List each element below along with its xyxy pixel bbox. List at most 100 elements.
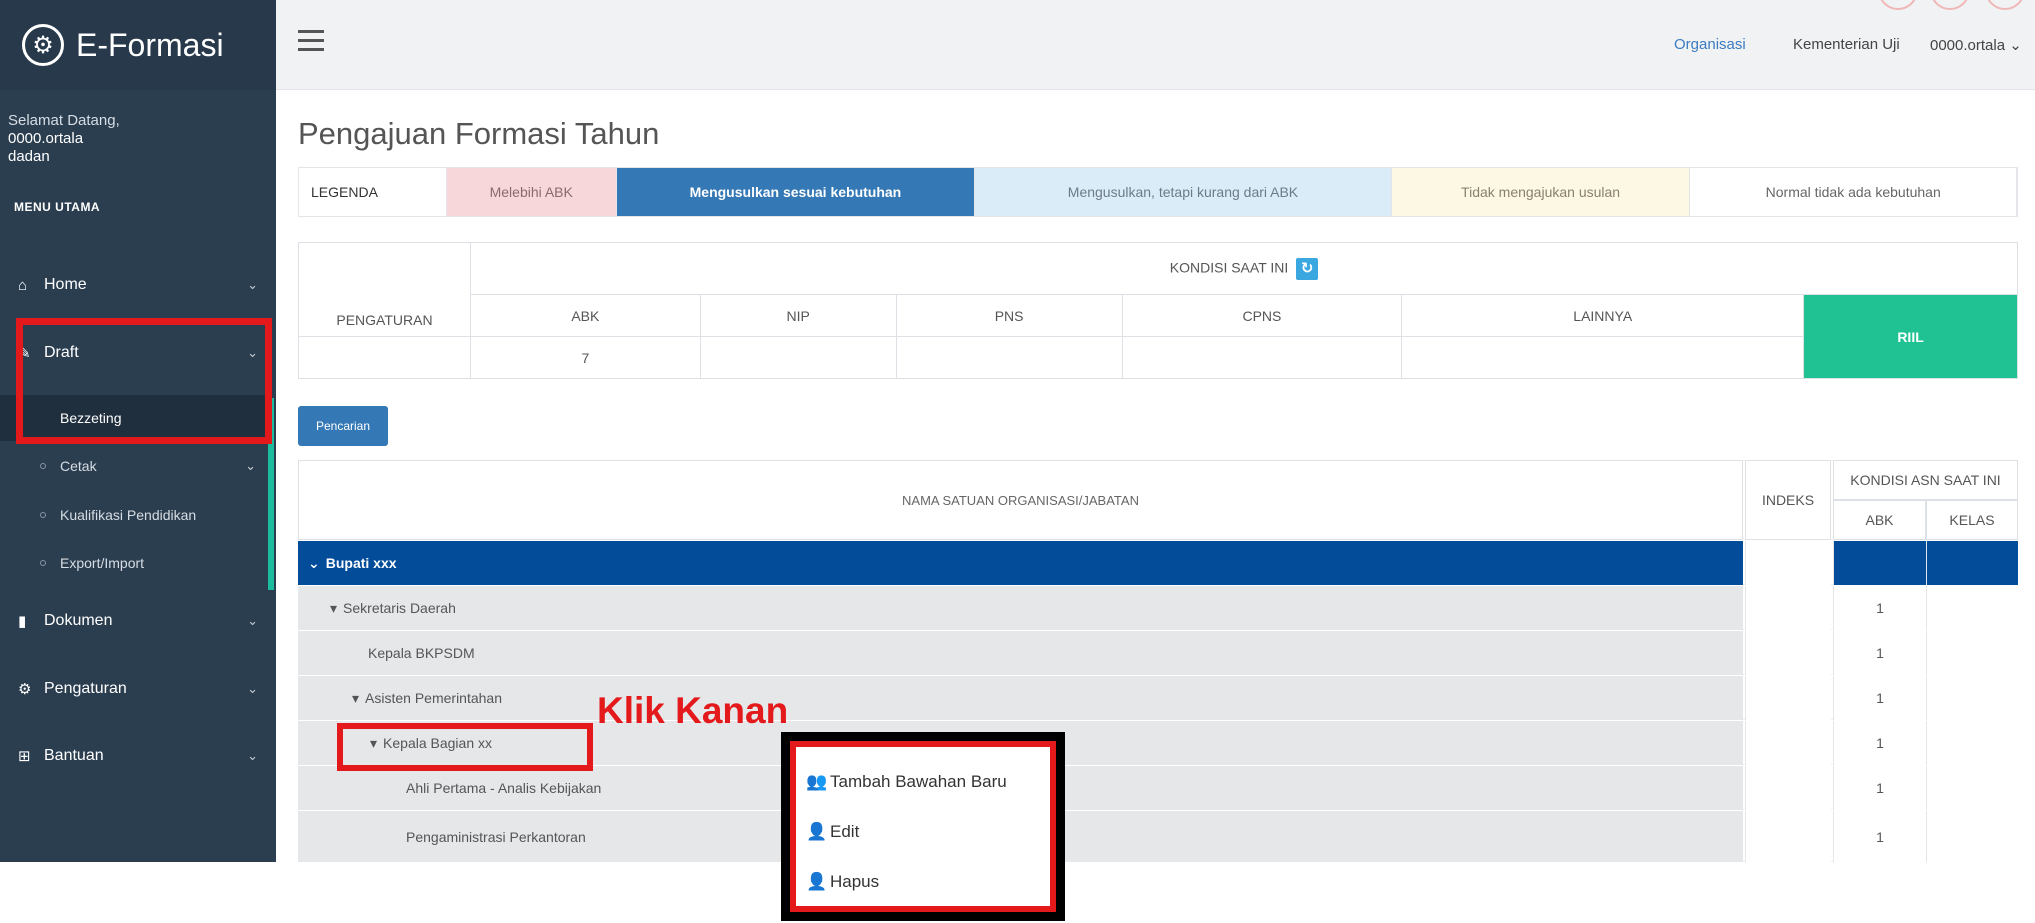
row-kelas (1926, 631, 2018, 675)
brand[interactable]: ⚙ E-Formasi (0, 0, 276, 90)
row-abk: 1 (1833, 721, 1926, 765)
table-row[interactable]: ▾ Sekretaris Daerah 1 (298, 586, 2018, 630)
bullet-icon (40, 512, 46, 518)
menu-heading: MENU UTAMA (14, 200, 101, 214)
draft-highlight-box (16, 318, 272, 444)
sidebar-item-label: Bantuan (44, 747, 104, 764)
gears-icon: ⚙ (18, 681, 32, 698)
sidebar-item-label: Home (44, 276, 87, 293)
caret-down-icon: ▾ (352, 689, 360, 706)
welcome-line: Selamat Datang, (8, 112, 120, 129)
row-abk: 1 (1833, 631, 1926, 675)
row-name: Sekretaris Daerah (343, 600, 456, 616)
context-menu-tambah-bawahan[interactable]: 👥 Tambah Bawahan Baru (796, 757, 1050, 807)
user-edit-icon: 👤 (806, 822, 828, 841)
chevron-down-icon: ⌄ (245, 458, 256, 473)
legend-normal: Normal tidak ada kebutuhan (1690, 168, 2017, 216)
page-title: Pengajuan Formasi Tahun (298, 116, 660, 151)
context-menu-label: Hapus (830, 872, 880, 891)
row-name-cell[interactable]: Kepala BKPSDM (298, 631, 1743, 675)
welcome-name: dadan (8, 148, 50, 165)
row-name-cell[interactable]: ▾ Asisten Pemerintahan (298, 676, 1743, 720)
sidebar-item-label: Dokumen (44, 612, 113, 629)
kondisi-table: PENGATURAN KONDISI SAAT INI ↻ ABK NIP PN… (298, 242, 2019, 379)
row-name: Kepala BKPSDM (368, 645, 475, 661)
row-kelas (1926, 721, 2018, 765)
kondisi-col-cpns: CPNS (1121, 294, 1403, 337)
context-menu-edit[interactable]: 👤 Edit (796, 807, 1050, 857)
legend-sesuai: Mengusulkan sesuai kebutuhan (616, 168, 976, 216)
legend-melebihi: Melebihi ABK (446, 168, 617, 216)
caret-down-icon: ▾ (330, 599, 338, 616)
gear-icon: ⚙ (22, 24, 64, 66)
kondisi-cell (1121, 336, 1403, 379)
home-icon: ⌂ (18, 276, 28, 294)
kondisi-cell (895, 336, 1123, 379)
table-row[interactable]: Pengaministrasi Perkantoran 1 (298, 811, 2018, 862)
asn-column-header: KONDISI ASN SAAT INI (1833, 460, 2018, 500)
kondisi-col-pns: PNS (895, 294, 1123, 337)
sidebar-item-pengaturan[interactable]: ⚙ Pengaturan ⌄ (0, 658, 276, 720)
row-name: Pengaministrasi Perkantoran (406, 828, 586, 845)
row-abk: 1 (1833, 811, 1926, 862)
kondisi-col-nip: NIP (699, 294, 897, 337)
sidebar-subitem-label: Kualifikasi Pendidikan (60, 507, 197, 523)
org-column-header: NAMA SATUAN ORGANISASI/JABATAN (298, 460, 1743, 540)
kondisi-title-cell: KONDISI SAAT INI ↻ (469, 242, 2019, 295)
row-abk: 1 (1833, 676, 1926, 720)
topbar: Organisasi Kementerian Uji 0000.ortala ⌄ (276, 0, 2035, 90)
row-indeks (1745, 631, 1831, 675)
legend-tidak: Tidak mengajukan usulan (1391, 168, 1691, 216)
row-name-cell[interactable]: ▾ Sekretaris Daerah (298, 586, 1743, 630)
row-name: Bupati xxx (325, 555, 397, 571)
row-indeks (1745, 586, 1831, 630)
kondisi-title: KONDISI SAAT INI (1169, 259, 1289, 276)
chevron-down-icon: ⌄ (2009, 37, 2022, 54)
row-abk (1833, 541, 1926, 585)
table-row[interactable]: Ahli Pertama - Analis Kebijakan 1 (298, 766, 2018, 810)
row-kelas (1926, 766, 2018, 810)
search-button[interactable]: Pencarian (298, 406, 388, 446)
chevron-down-icon: ⌄ (247, 748, 258, 763)
sidebar-subitem-kualifikasi[interactable]: Kualifikasi Pendidikan (0, 492, 268, 538)
topbar-kementerian[interactable]: Kementerian Uji (1793, 36, 1900, 53)
sidebar-subitem-cetak[interactable]: Cetak ⌄ (0, 443, 268, 489)
table-row[interactable]: ▾ Asisten Pemerintahan 1 (298, 676, 2018, 720)
context-menu-label: Tambah Bawahan Baru (830, 772, 1007, 791)
kondisi-col-lainnya: LAINNYA (1401, 294, 1805, 337)
users-icon: 👥 (806, 772, 828, 791)
table-row[interactable]: Kepala BKPSDM 1 (298, 631, 2018, 675)
welcome-text: Selamat Datang, 0000.ortala dadan (0, 90, 276, 166)
row-abk: 1 (1833, 586, 1926, 630)
kepala-bagian-highlight-box (337, 723, 593, 771)
row-indeks (1745, 811, 1831, 862)
row-indeks (1745, 721, 1831, 765)
table-icon: ⊞ (18, 748, 31, 765)
sidebar-item-home[interactable]: ⌂ Home ⌄ (0, 254, 276, 316)
legend-bar: LEGENDA Melebihi ABK Mengusulkan sesuai … (298, 167, 2018, 217)
refresh-icon[interactable]: ↻ (1296, 257, 1319, 280)
sidebar-subitem-export-import[interactable]: Export/Import (0, 540, 268, 586)
topbar-user-menu[interactable]: 0000.ortala ⌄ (1930, 36, 2022, 54)
caret-down-icon: ⌄ (308, 554, 320, 571)
table-row[interactable]: ⌄ Bupati xxx (298, 541, 2018, 585)
row-kelas (1926, 676, 2018, 720)
bullet-icon (40, 463, 46, 469)
context-menu-hapus[interactable]: 👤 Hapus (796, 857, 1050, 907)
welcome-user: 0000.ortala (8, 130, 84, 147)
row-abk: 1 (1833, 766, 1926, 810)
chevron-down-icon: ⌄ (247, 613, 258, 628)
sidebar-subitem-label: Export/Import (60, 555, 145, 571)
topbar-organisasi-link[interactable]: Organisasi (1674, 36, 1746, 53)
kondisi-col-riil: RIIL (1803, 294, 2018, 379)
row-name-cell[interactable]: ⌄ Bupati xxx (298, 541, 1743, 585)
sidebar-item-label: Pengaturan (44, 680, 127, 697)
hamburger-menu-icon[interactable] (298, 30, 324, 52)
row-kelas (1926, 541, 2018, 585)
sidebar-item-bantuan[interactable]: ⊞ Bantuan ⌄ (0, 725, 276, 787)
abk-column-header: ABK (1833, 500, 1926, 540)
kondisi-col-abk: ABK (469, 294, 701, 337)
row-name: Ahli Pertama - Analis Kebijakan (406, 780, 602, 796)
kondisi-cell (1401, 336, 1805, 379)
sidebar-item-dokumen[interactable]: ▮ Dokumen ⌄ (0, 590, 276, 652)
